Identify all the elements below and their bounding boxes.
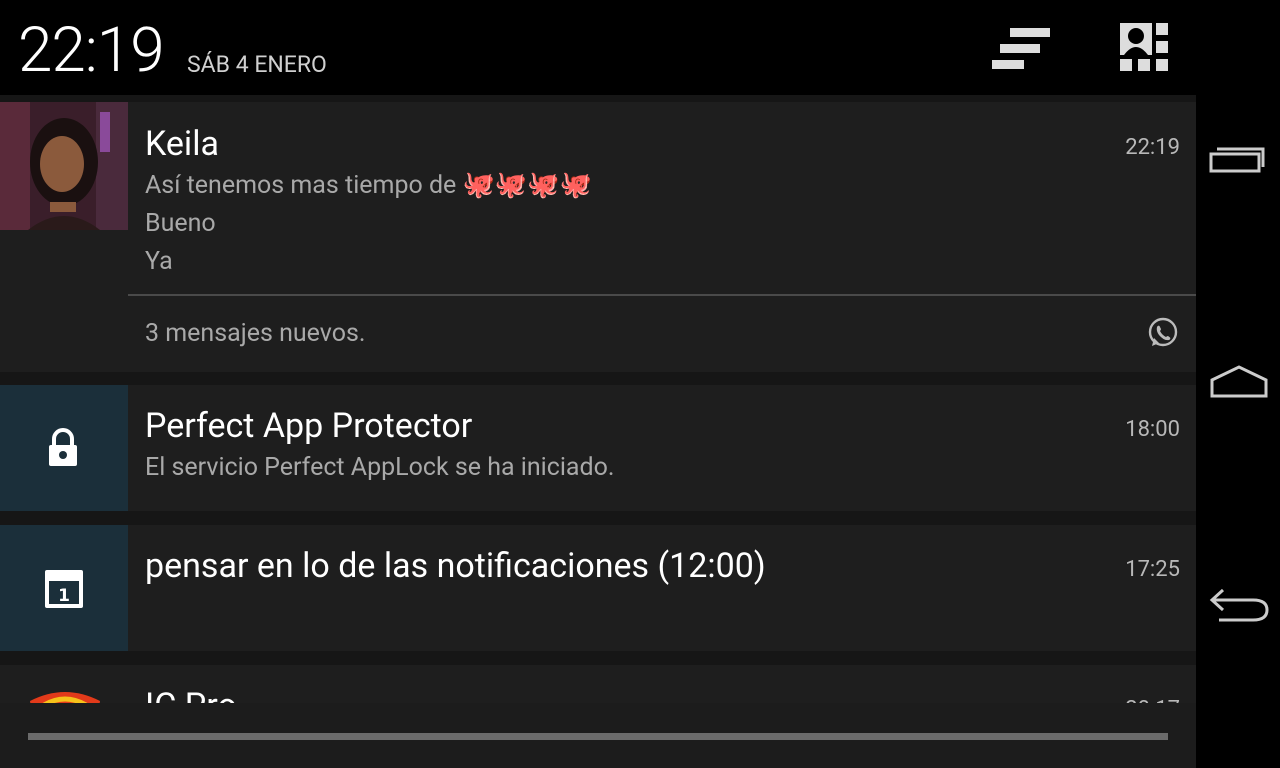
divider: [128, 294, 1196, 296]
calendar-icon: 1: [44, 569, 84, 609]
message-line: Ya: [145, 247, 173, 276]
notification-title: pensar en lo de las notificaciones (12:0…: [145, 546, 766, 586]
notification-clear-icon[interactable]: [990, 24, 1054, 74]
clock: 22:19: [18, 14, 165, 87]
notification-time: 17:25: [1125, 557, 1180, 582]
status-header: 22:19 SÁB 4 ENERO: [0, 0, 1196, 95]
notification-app-protector[interactable]: Perfect App Protector 18:00 El servicio …: [0, 385, 1196, 511]
message-line: Bueno: [145, 209, 216, 238]
lock-icon: [46, 428, 80, 468]
date: SÁB 4 ENERO: [187, 51, 327, 78]
contact-avatar: [0, 102, 128, 230]
whatsapp-icon: [1146, 316, 1180, 350]
notification-calendar[interactable]: 1 pensar en lo de las notificaciones (12…: [0, 525, 1196, 651]
drag-handle[interactable]: [28, 733, 1168, 740]
recent-apps-icon[interactable]: [1206, 128, 1272, 188]
app-icon-area: [0, 385, 128, 511]
navigation-bar: [1196, 0, 1280, 768]
home-icon[interactable]: [1206, 352, 1272, 412]
notification-summary: 3 mensajes nuevos.: [145, 319, 366, 348]
shade-bottom-bar: [0, 703, 1196, 768]
notification-keila[interactable]: Keila 22:19 Así tenemos mas tiempo de 🐙🐙…: [0, 102, 1196, 372]
notification-time: 18:00: [1125, 417, 1180, 442]
quick-settings-icon[interactable]: [1118, 21, 1172, 75]
notification-time: 22:19: [1125, 135, 1180, 160]
back-icon[interactable]: [1206, 576, 1272, 636]
message-line: Así tenemos mas tiempo de 🐙🐙🐙🐙: [145, 170, 593, 200]
notification-title: Perfect App Protector: [145, 406, 473, 446]
svg-text:1: 1: [58, 586, 70, 606]
notification-text: El servicio Perfect AppLock se ha inicia…: [145, 453, 615, 482]
notification-title: Keila: [145, 124, 219, 164]
octopus-emoji: 🐙🐙🐙🐙: [462, 170, 593, 200]
app-icon-area: 1: [0, 525, 128, 651]
